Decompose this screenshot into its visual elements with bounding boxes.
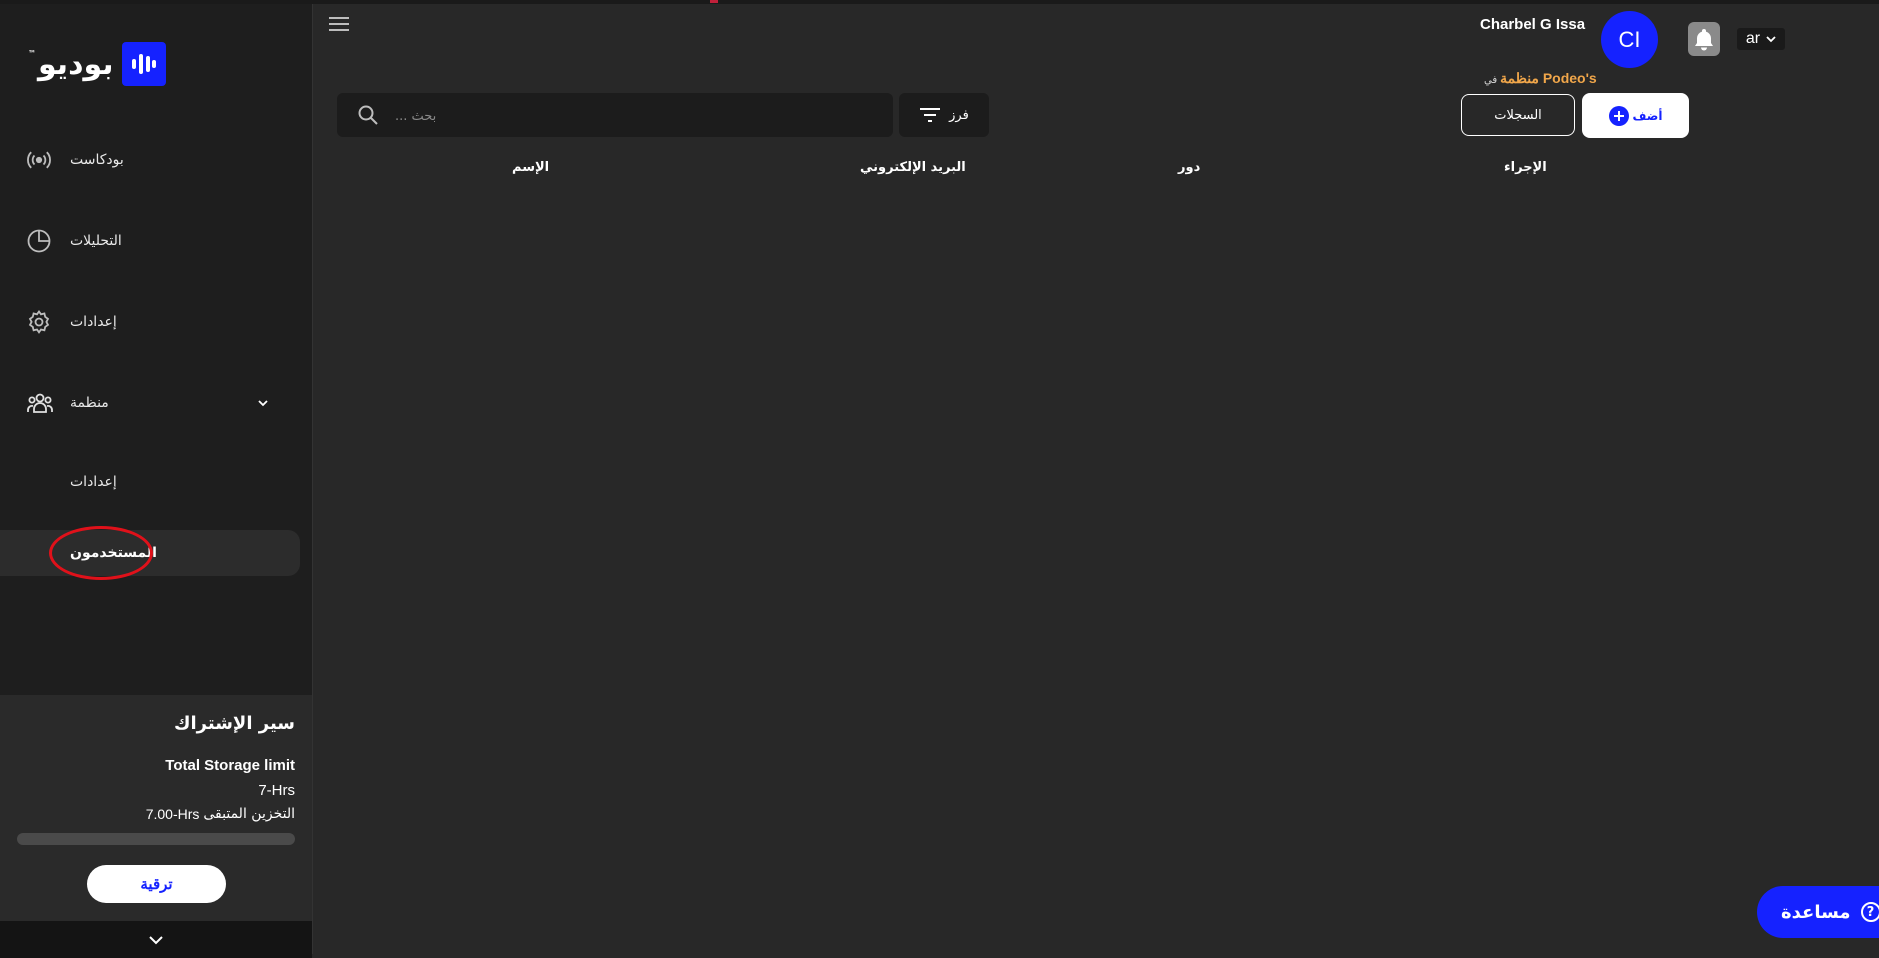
filter-lines-icon [920, 108, 941, 122]
chevron-down-icon[interactable] [256, 395, 270, 409]
sort-button[interactable]: فرز [899, 93, 989, 137]
chevron-down-icon [1766, 36, 1776, 43]
search-input[interactable] [393, 101, 867, 131]
logo-wordmark: ™ بوديو [28, 46, 114, 82]
avatar[interactable]: CI [1601, 11, 1658, 68]
help-label: مساعدة [1781, 901, 1851, 923]
logo-trademark: ™ [28, 48, 36, 58]
pie-chart-icon [26, 228, 52, 254]
sidebar-subitem-label: إعدادات [70, 474, 117, 490]
table-header-email: البريد الإلكتروني [860, 160, 966, 175]
gear-icon [26, 309, 52, 335]
upgrade-button[interactable]: ترقية [87, 865, 226, 903]
organization-line: في منظمة Podeo's [1484, 70, 1597, 87]
language-value: ar [1745, 30, 1761, 47]
menu-toggle-icon[interactable] [327, 14, 351, 34]
storage-remaining-label: التخزين المتبقى [203, 806, 295, 822]
search-field[interactable] [337, 93, 893, 137]
organization-name: منظمة Podeo's [1500, 70, 1597, 86]
table-header-action: الإجراء [1504, 160, 1547, 175]
team-icon [26, 390, 53, 416]
table-header-role: دور [1178, 160, 1201, 175]
sidebar-item-podcasts[interactable]: بودكاست [0, 135, 300, 185]
language-select[interactable]: ar [1737, 28, 1785, 50]
add-label: أضف [1632, 108, 1663, 123]
search-icon [357, 104, 379, 126]
sidebar-subitem-users[interactable]: المستخدمون [0, 530, 300, 576]
chevron-down-icon [149, 935, 163, 944]
window-top-marker [710, 0, 718, 3]
broadcast-icon [26, 147, 52, 173]
logs-button[interactable]: السجلات [1461, 94, 1575, 136]
table-header-name: الإسم [512, 160, 550, 175]
sidebar-item-label: التحليلات [70, 233, 122, 249]
subscription-panel: سير الإشتراك Total Storage limit 7-Hrs 7… [0, 695, 312, 921]
sidebar-item-analytics[interactable]: التحليلات [0, 216, 300, 266]
subscription-title: سير الإشتراك [174, 713, 295, 734]
organization-prefix: في [1484, 75, 1498, 86]
notification-bell-icon[interactable] [1688, 22, 1720, 56]
sidebar: ™ بوديو بودكاست التحليلات إعدادات منظمة [0, 4, 313, 958]
sidebar-subitem-org-settings[interactable]: إعدادات [0, 459, 300, 505]
sidebar-item-label: منظمة [70, 395, 109, 411]
storage-progress-bar [17, 833, 295, 845]
sidebar-subitem-label: المستخدمون [70, 545, 157, 561]
question-icon: ? [1860, 902, 1879, 922]
app-logo[interactable]: ™ بوديو [28, 42, 166, 86]
storage-remaining: 7.00-Hrs التخزين المتبقى [146, 806, 295, 822]
sidebar-collapse-bar[interactable] [0, 921, 312, 958]
storage-limit-hours: 7-Hrs [258, 782, 295, 799]
sidebar-item-label: إعدادات [70, 314, 117, 330]
storage-limit-title: Total Storage limit [165, 757, 295, 774]
user-name: Charbel G Issa [1480, 16, 1586, 33]
sort-label: فرز [949, 107, 969, 123]
sidebar-item-organization[interactable]: منظمة [0, 378, 300, 428]
logo-text: بوديو [38, 46, 114, 82]
sidebar-item-label: بودكاست [70, 152, 124, 168]
help-button[interactable]: مساعدة ? [1757, 886, 1879, 938]
add-user-button[interactable]: أضف [1582, 93, 1689, 138]
plus-icon [1608, 105, 1629, 126]
storage-remaining-value: 7.00-Hrs [145, 806, 200, 822]
sidebar-item-settings[interactable]: إعدادات [0, 297, 300, 347]
logo-mark-icon [121, 42, 166, 86]
